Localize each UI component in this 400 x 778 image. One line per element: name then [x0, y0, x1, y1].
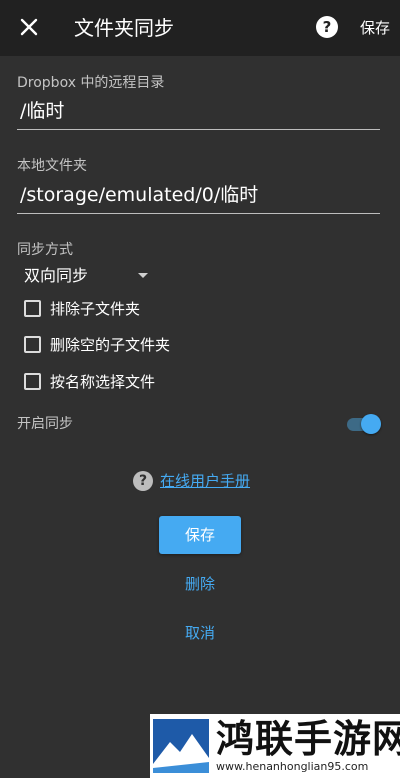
help-icon[interactable]: ? [316, 16, 338, 38]
watermark: 鸿联手游网 www.henanhonglian95.com [150, 714, 400, 778]
select-by-name-label: 按名称选择文件 [50, 373, 156, 391]
sync-method-label: 同步方式 [17, 242, 73, 258]
exclude-subfolders-checkbox[interactable] [24, 300, 41, 317]
exclude-subfolders-label: 排除子文件夹 [50, 300, 141, 318]
select-by-name-checkbox[interactable] [24, 373, 41, 390]
watermark-url: www.henanhonglian95.com [216, 760, 369, 773]
local-folder-label: 本地文件夹 [17, 158, 87, 174]
sync-method-dropdown[interactable]: 双向同步 [24, 263, 154, 289]
remote-folder-value: /临时 [20, 100, 65, 122]
page-title: 文件夹同步 [74, 16, 174, 40]
appbar-save-button[interactable]: 保存 [360, 18, 390, 38]
local-folder-value: /storage/emulated/0/临时 [20, 184, 259, 206]
watermark-title: 鸿联手游网 [216, 716, 400, 761]
delete-button[interactable]: 删除 [160, 571, 240, 597]
delete-empty-subfolders-label: 删除空的子文件夹 [50, 336, 171, 354]
remote-folder-label: Dropbox 中的远程目录 [17, 75, 165, 91]
dropdown-arrow-icon [138, 273, 148, 278]
help-circle-icon: ? [133, 471, 153, 491]
watermark-logo-icon [153, 719, 209, 773]
user-manual-link[interactable]: 在线用户手册 [160, 470, 250, 492]
toggle-thumb [361, 414, 381, 434]
exclude-subfolders-option[interactable]: 排除子文件夹 [22, 297, 272, 321]
enable-sync-label: 开启同步 [17, 416, 73, 432]
sync-method-value: 双向同步 [24, 266, 89, 285]
delete-empty-subfolders-option[interactable]: 删除空的子文件夹 [22, 333, 272, 357]
select-by-name-option[interactable]: 按名称选择文件 [22, 370, 272, 394]
app-bar: 文件夹同步 ? 保存 [0, 0, 400, 56]
local-folder-field[interactable]: /storage/emulated/0/临时 [17, 178, 380, 214]
cancel-button[interactable]: 取消 [160, 620, 240, 646]
save-button[interactable]: 保存 [159, 516, 241, 554]
remote-folder-field[interactable]: /临时 [17, 94, 380, 130]
delete-empty-subfolders-checkbox[interactable] [24, 336, 41, 353]
close-icon [20, 18, 38, 36]
enable-sync-toggle[interactable] [345, 413, 381, 435]
close-button[interactable] [14, 12, 44, 42]
user-manual-row[interactable]: ? 在线用户手册 [133, 470, 273, 494]
